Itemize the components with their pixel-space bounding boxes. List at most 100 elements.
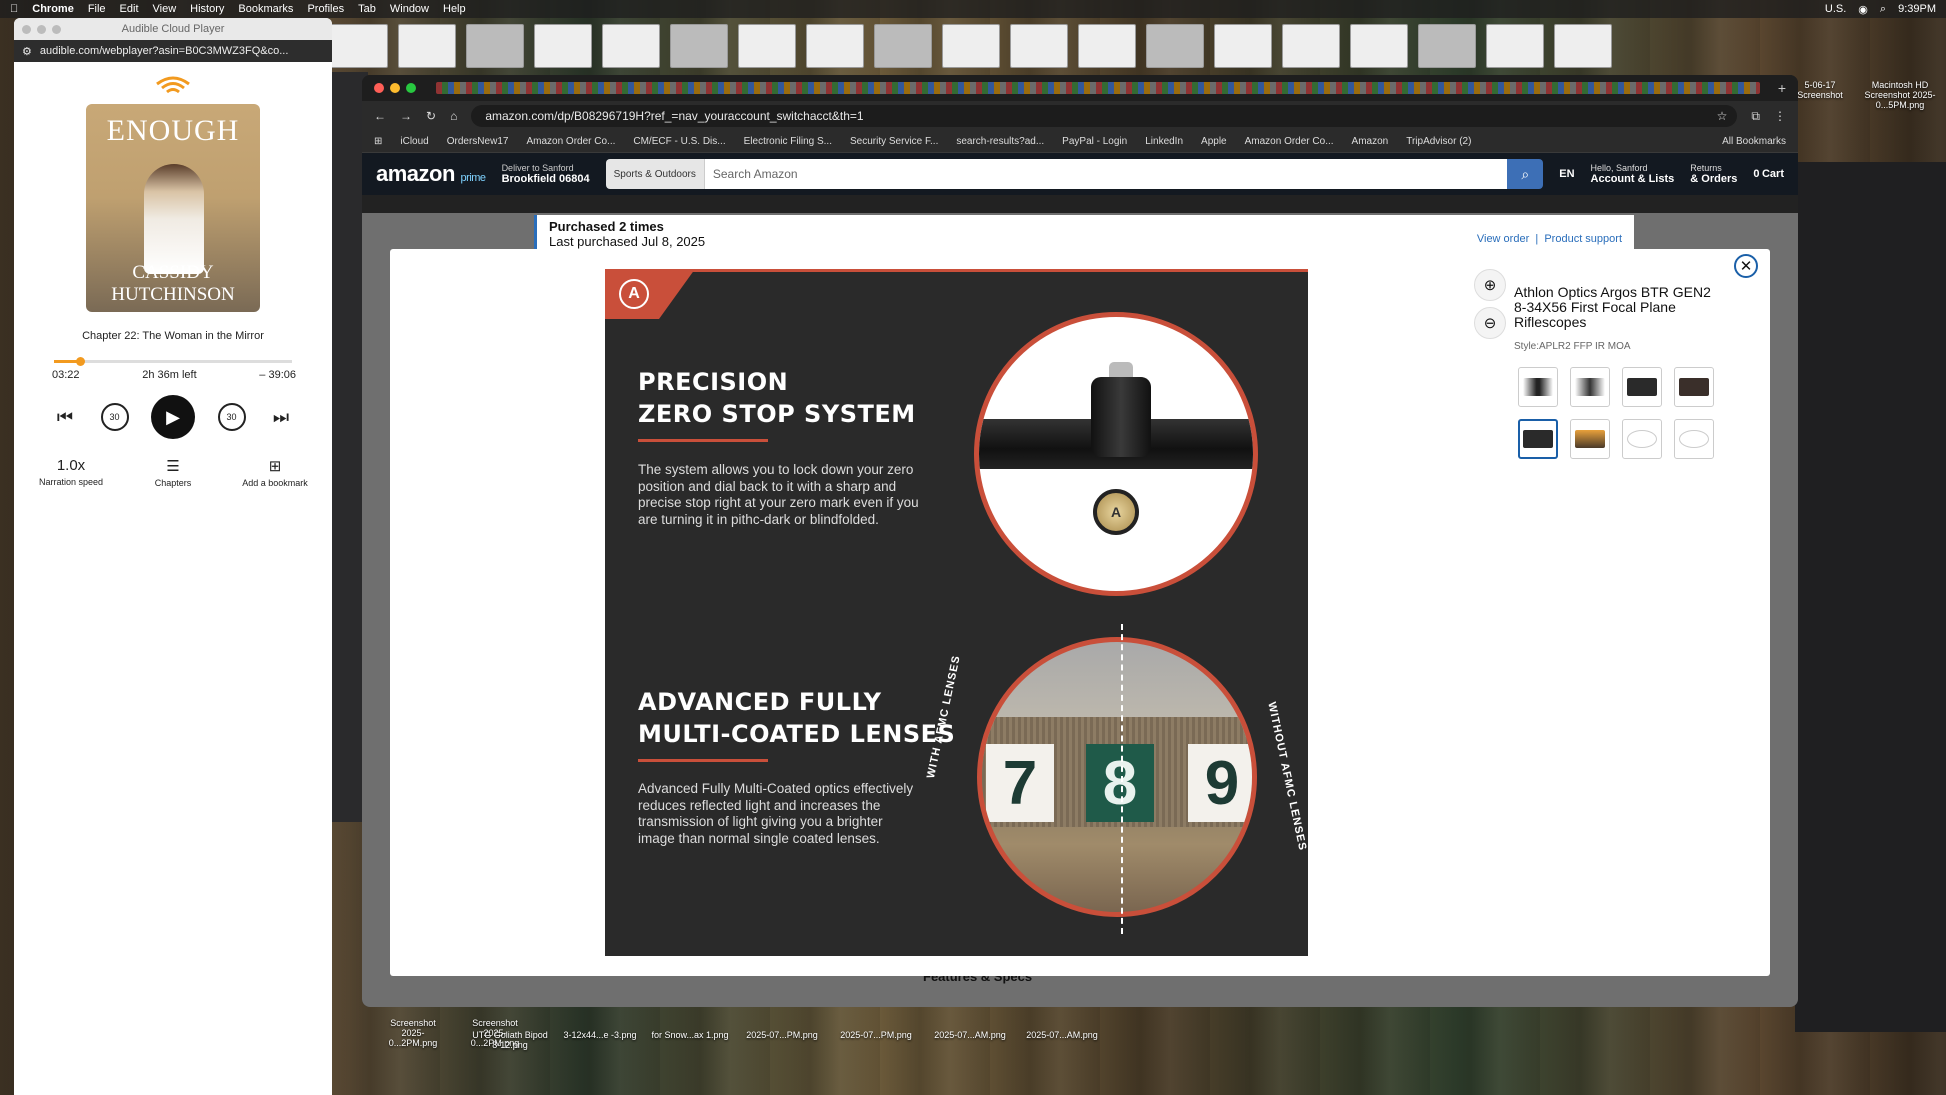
desktop-file-thumb[interactable]	[1010, 24, 1068, 68]
desktop-file-thumb[interactable]	[1214, 24, 1272, 68]
site-settings-icon[interactable]: ⚙	[22, 45, 32, 58]
next-chapter-icon[interactable]: ⏭	[268, 404, 294, 430]
narration-speed-button[interactable]: 1.0x Narration speed	[26, 457, 116, 488]
deliver-to[interactable]: Deliver to Sanford Brookfield 06804	[502, 163, 590, 185]
desktop-file-label[interactable]: Macintosh HD Screenshot 2025-0...5PM.png	[1858, 80, 1942, 110]
menu-file[interactable]: File	[88, 3, 106, 15]
bookmark-item[interactable]: LinkedIn	[1145, 136, 1183, 147]
bookmark-item[interactable]: OrdersNew17	[447, 136, 509, 147]
play-button[interactable]: ▶	[151, 395, 195, 439]
desktop-file-thumb[interactable]	[1486, 24, 1544, 68]
menu-bookmarks[interactable]: Bookmarks	[238, 3, 293, 15]
bookmark-item[interactable]: search-results?ad...	[956, 136, 1044, 147]
desktop-file-label[interactable]: 5-06-17 Screenshot	[1790, 80, 1850, 100]
product-main-image[interactable]: A PRECISION ZERO STOP SYSTEM The system …	[605, 269, 1308, 956]
desktop-file-thumb[interactable]	[1350, 24, 1408, 68]
skip-back-30-button[interactable]: 30	[100, 403, 129, 431]
desktop-file-thumb[interactable]	[942, 24, 1000, 68]
bookmark-item[interactable]: Amazon Order Co...	[526, 136, 615, 147]
bookmark-item[interactable]: PayPal - Login	[1062, 136, 1127, 147]
menu-window[interactable]: Window	[390, 3, 429, 15]
image-thumbnail[interactable]	[1570, 367, 1610, 407]
language-selector[interactable]: EN	[1559, 168, 1574, 180]
omnibox[interactable]: amazon.com/dp/B08296719H?ref_=nav_yourac…	[471, 105, 1738, 127]
bookmark-item[interactable]: Security Service F...	[850, 136, 938, 147]
menu-history[interactable]: History	[190, 3, 224, 15]
apple-icon[interactable]: 	[10, 3, 18, 15]
image-thumbnail[interactable]	[1518, 367, 1558, 407]
account-lists[interactable]: Hello, Sanford Account & Lists	[1591, 163, 1675, 185]
extensions-icon[interactable]: ⧉	[1751, 109, 1760, 124]
desktop-file-thumb[interactable]	[398, 24, 456, 68]
new-tab-icon[interactable]: +	[1778, 80, 1786, 96]
desktop-file-thumb[interactable]	[602, 24, 660, 68]
desktop-file-thumb[interactable]	[738, 24, 796, 68]
desktop-file-thumb[interactable]	[534, 24, 592, 68]
apps-grid-icon[interactable]: ⊞	[374, 136, 382, 147]
product-support-link[interactable]: Product support	[1544, 233, 1622, 245]
back-icon[interactable]: ←	[374, 109, 386, 123]
home-icon[interactable]: ⌂	[450, 109, 457, 123]
image-thumbnail[interactable]	[1622, 419, 1662, 459]
bookmark-item[interactable]: TripAdvisor (2)	[1406, 136, 1471, 147]
desktop-file-label[interactable]: UTG Goliath Bipod 8-12.png	[470, 1030, 550, 1050]
zoom-in-icon[interactable]: ⊕	[1474, 269, 1506, 301]
desktop-file-thumb[interactable]	[806, 24, 864, 68]
bookmark-item[interactable]: iCloud	[400, 136, 428, 147]
menu-app-name[interactable]: Chrome	[32, 3, 74, 15]
desktop-file-thumb[interactable]	[330, 24, 388, 68]
menu-help[interactable]: Help	[443, 3, 466, 15]
skip-forward-30-button[interactable]: 30	[217, 403, 246, 431]
menu-profiles[interactable]: Profiles	[307, 3, 344, 15]
view-order-link[interactable]: View order	[1477, 233, 1529, 245]
search-button[interactable]: ⌕	[1507, 159, 1544, 189]
zoom-out-icon[interactable]: ⊖	[1474, 307, 1506, 339]
desktop-file-label[interactable]: 2025-07...PM.png	[742, 1030, 822, 1040]
menu-edit[interactable]: Edit	[120, 3, 139, 15]
wifi-icon[interactable]: ◉	[1858, 3, 1868, 16]
menubar-clock[interactable]: 9:39PM	[1898, 3, 1936, 15]
desktop-file-thumb[interactable]	[466, 24, 524, 68]
omnibox-url[interactable]: amazon.com/dp/B08296719H?ref_=nav_yourac…	[485, 109, 863, 123]
desktop-file-label[interactable]: 2025-07...PM.png	[836, 1030, 916, 1040]
close-window-button[interactable]	[374, 83, 384, 93]
desktop-file-thumb[interactable]	[1554, 24, 1612, 68]
reload-icon[interactable]: ↻	[426, 109, 436, 123]
forward-icon[interactable]: →	[400, 109, 412, 123]
desktop-file-thumb[interactable]	[670, 24, 728, 68]
desktop-file-label[interactable]: for Snow...ax 1.png	[650, 1030, 730, 1040]
zoom-window-button[interactable]	[406, 83, 416, 93]
close-icon[interactable]: ✕	[1734, 254, 1758, 278]
amazon-logo[interactable]: amazon prime	[376, 161, 486, 187]
menu-view[interactable]: View	[153, 3, 177, 15]
image-thumbnail[interactable]	[1674, 367, 1714, 407]
search-category-select[interactable]: Sports & Outdoors	[605, 159, 705, 189]
bookmark-item[interactable]: Amazon Order Co...	[1245, 136, 1334, 147]
desktop-file-label[interactable]: Screenshot 2025-0...2PM.png	[378, 1018, 448, 1048]
desktop-file-thumb[interactable]	[1146, 24, 1204, 68]
desktop-file-thumb[interactable]	[1282, 24, 1340, 68]
bookmark-item[interactable]: Amazon	[1352, 136, 1389, 147]
image-thumbnail[interactable]	[1570, 419, 1610, 459]
input-source-label[interactable]: U.S.	[1825, 3, 1846, 15]
bookmark-item[interactable]: Electronic Filing S...	[744, 136, 832, 147]
desktop-file-thumb[interactable]	[1418, 24, 1476, 68]
playback-progress-bar[interactable]	[54, 357, 292, 366]
desktop-file-label[interactable]: 3-12x44...e -3.png	[560, 1030, 640, 1040]
search-input[interactable]: Search Amazon	[704, 159, 1508, 189]
kebab-menu-icon[interactable]: ⋮	[1774, 109, 1786, 123]
search-icon[interactable]: ⌕	[1880, 3, 1886, 16]
pinned-tabs[interactable]	[436, 82, 1760, 94]
previous-chapter-icon[interactable]: ⏮	[52, 404, 78, 430]
preview-window-background[interactable]	[1795, 162, 1946, 1032]
menu-tab[interactable]: Tab	[358, 3, 376, 15]
returns-orders[interactable]: Returns & Orders	[1690, 163, 1737, 185]
star-icon[interactable]: ☆	[1717, 109, 1728, 123]
desktop-file-thumb[interactable]	[874, 24, 932, 68]
image-thumbnail[interactable]	[1622, 367, 1662, 407]
bookmark-item[interactable]: CM/ECF - U.S. Dis...	[633, 136, 725, 147]
image-thumbnail[interactable]	[1674, 419, 1714, 459]
audible-url-bar[interactable]: ⚙ audible.com/webplayer?asin=B0C3MWZ3FQ&…	[14, 40, 332, 62]
bookmark-item[interactable]: Apple	[1201, 136, 1227, 147]
cart-button[interactable]: 0 Cart	[1753, 168, 1784, 180]
